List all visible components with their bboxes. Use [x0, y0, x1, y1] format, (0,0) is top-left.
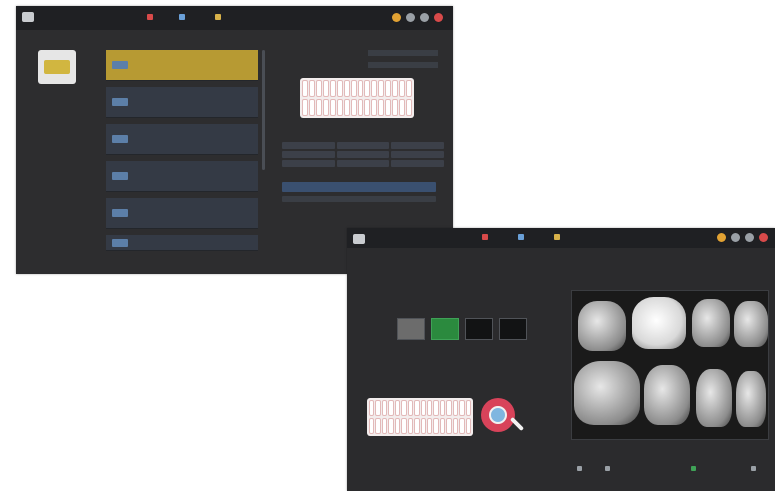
list-item[interactable]: [106, 198, 258, 229]
toolbar-tab-3[interactable]: [551, 232, 565, 244]
option-cell[interactable]: [336, 151, 390, 158]
option-cell[interactable]: [336, 142, 390, 149]
top-toolbar: [16, 6, 453, 30]
next-icon[interactable]: [751, 466, 756, 471]
option-cell[interactable]: [282, 151, 335, 158]
user-icon[interactable]: [731, 233, 740, 242]
xray-toolbar: [571, 464, 767, 474]
user-icon[interactable]: [406, 13, 415, 22]
toolbar-tab-1[interactable]: [479, 232, 493, 244]
settings-field[interactable]: [368, 50, 438, 56]
alert-icon[interactable]: [392, 13, 401, 22]
toolbar-tab-1[interactable]: [144, 12, 158, 24]
selection-bar[interactable]: [282, 182, 436, 192]
device-icon: [112, 135, 128, 143]
settings-field[interactable]: [368, 62, 438, 68]
option-cell[interactable]: [391, 160, 444, 167]
option-cell[interactable]: [391, 151, 444, 158]
sensor-preview[interactable]: [397, 318, 425, 340]
toolbar-tab-2[interactable]: [515, 232, 529, 244]
tool-icon[interactable]: [605, 466, 610, 471]
device-card-icon[interactable]: [38, 50, 76, 84]
sensor-icon[interactable]: [431, 318, 459, 340]
magnifier-icon[interactable]: [481, 398, 525, 432]
sensor-slot[interactable]: [465, 318, 493, 340]
gear-icon[interactable]: [745, 233, 754, 242]
close-icon[interactable]: [434, 13, 443, 22]
sensor-slot[interactable]: [499, 318, 527, 340]
toolbar-tab-2[interactable]: [176, 12, 190, 24]
option-cell[interactable]: [282, 142, 335, 149]
toolbar-tab-3[interactable]: [212, 12, 226, 24]
list-item[interactable]: [106, 161, 258, 192]
app-logo-icon[interactable]: [353, 234, 365, 244]
device-icon: [112, 98, 128, 106]
top-toolbar: [347, 228, 775, 248]
xray-image[interactable]: [571, 290, 769, 440]
device-icon: [112, 172, 128, 180]
device-icon: [112, 209, 128, 217]
close-icon[interactable]: [759, 233, 768, 242]
gear-icon[interactable]: [420, 13, 429, 22]
alert-icon[interactable]: [717, 233, 726, 242]
options-grid: [282, 142, 444, 167]
tooth-chart-icon[interactable]: [367, 398, 473, 436]
list-item[interactable]: [106, 235, 258, 251]
settings-panel: [278, 40, 448, 250]
option-cell[interactable]: [282, 160, 335, 167]
option-cell[interactable]: [391, 142, 444, 149]
status-icon: [691, 466, 696, 471]
device-icon: [112, 61, 128, 69]
list-item[interactable]: [106, 87, 258, 118]
list-item[interactable]: [106, 50, 258, 81]
progress-track: [282, 196, 436, 202]
device-icon: [112, 239, 128, 247]
acquisition-window: [347, 228, 775, 491]
device-list: [106, 50, 258, 251]
app-logo-icon[interactable]: [22, 12, 34, 22]
prev-icon[interactable]: [577, 466, 582, 471]
list-scrollbar[interactable]: [262, 50, 265, 170]
tooth-chart-icon[interactable]: [300, 78, 414, 118]
list-item[interactable]: [106, 124, 258, 155]
option-cell[interactable]: [336, 160, 390, 167]
